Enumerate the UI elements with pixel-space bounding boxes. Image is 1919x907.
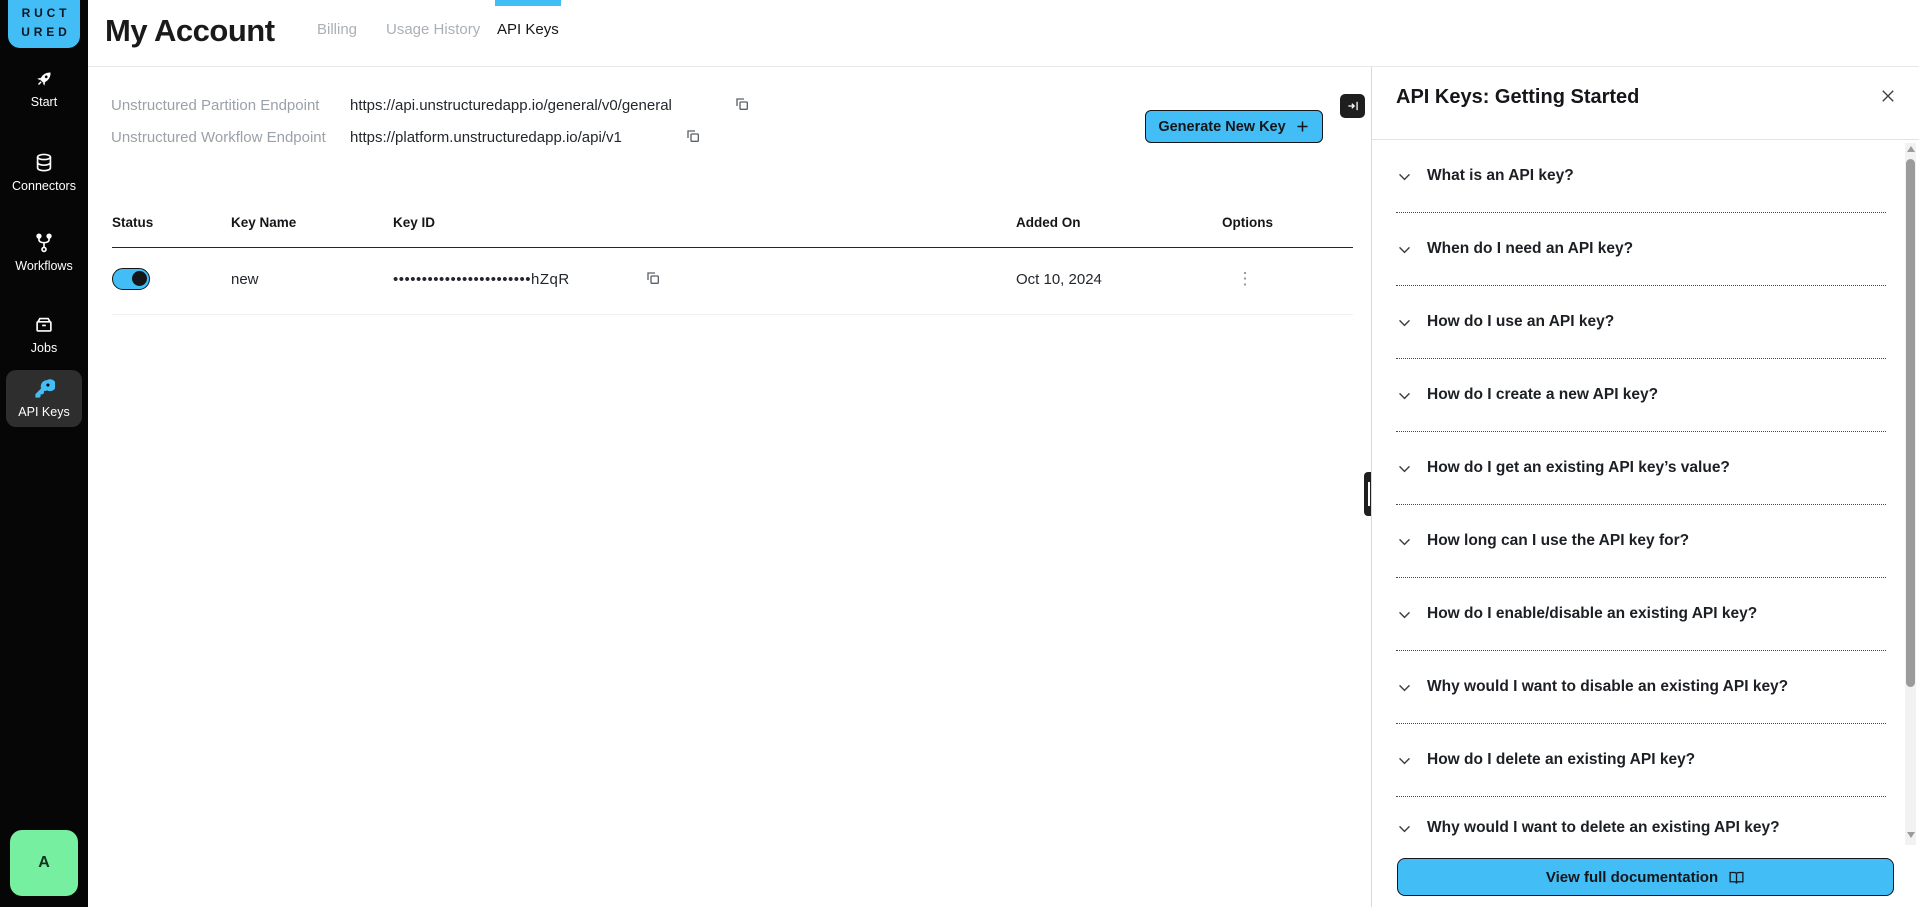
collapse-help-panel-button[interactable] bbox=[1340, 94, 1365, 118]
faq-question: Why would I want to delete an existing A… bbox=[1427, 819, 1780, 837]
faq-list: What is an API key? When do I need an AP… bbox=[1396, 140, 1886, 859]
row-divider bbox=[112, 314, 1353, 315]
avatar-letter: A bbox=[38, 854, 50, 872]
plus-icon bbox=[1295, 119, 1310, 134]
faq-question: How do I create a new API key? bbox=[1427, 386, 1658, 404]
faq-item-create-new-key[interactable]: How do I create a new API key? bbox=[1396, 359, 1886, 432]
triangle-up-icon bbox=[1907, 146, 1915, 152]
col-header-options: Options bbox=[1222, 215, 1273, 230]
faq-item-why-disable-key[interactable]: Why would I want to disable an existing … bbox=[1396, 651, 1886, 724]
collapse-panel-icon bbox=[1346, 99, 1360, 113]
col-header-key-name: Key Name bbox=[231, 215, 296, 230]
faq-question: Why would I want to disable an existing … bbox=[1427, 678, 1788, 696]
faq-item-how-use-api-key[interactable]: How do I use an API key? bbox=[1396, 286, 1886, 359]
scrollbar-thumb[interactable] bbox=[1906, 159, 1915, 687]
key-icon bbox=[33, 378, 55, 400]
col-header-added-on: Added On bbox=[1016, 215, 1081, 230]
faq-question: How do I get an existing API key’s value… bbox=[1427, 459, 1730, 477]
chevron-down-icon bbox=[1396, 168, 1413, 185]
copy-icon bbox=[685, 128, 701, 144]
logo-text-line2: URED bbox=[17, 23, 70, 42]
scrollbar-down-arrow[interactable] bbox=[1905, 829, 1916, 841]
chevron-down-icon bbox=[1396, 314, 1413, 331]
page-title: My Account bbox=[105, 13, 275, 49]
main-content: Unstructured Partition Endpoint https://… bbox=[88, 67, 1371, 907]
table-header-divider bbox=[112, 247, 1353, 248]
open-book-icon bbox=[1728, 869, 1745, 886]
rocket-icon bbox=[33, 68, 55, 90]
partition-endpoint-url: https://api.unstructuredapp.io/general/v… bbox=[350, 97, 672, 114]
faq-item-why-delete-key[interactable]: Why would I want to delete an existing A… bbox=[1396, 797, 1886, 859]
workflow-endpoint-url: https://platform.unstructuredapp.io/api/… bbox=[350, 129, 622, 146]
user-avatar[interactable]: A bbox=[10, 830, 78, 896]
faq-item-when-need-api-key[interactable]: When do I need an API key? bbox=[1396, 213, 1886, 286]
sidebar-item-jobs[interactable]: Jobs bbox=[6, 306, 82, 363]
col-header-key-id: Key ID bbox=[393, 215, 435, 230]
copy-workflow-endpoint-button[interactable] bbox=[685, 128, 701, 147]
tab-api-keys[interactable]: API Keys bbox=[497, 21, 559, 38]
toggle-knob bbox=[132, 271, 147, 286]
chevron-down-icon bbox=[1396, 606, 1413, 623]
workflow-endpoint-label: Unstructured Workflow Endpoint bbox=[111, 129, 361, 146]
jobs-tray-icon bbox=[33, 314, 55, 336]
faq-question: How do I use an API key? bbox=[1427, 313, 1614, 331]
added-on-cell: Oct 10, 2024 bbox=[1016, 271, 1102, 288]
close-icon bbox=[1879, 87, 1897, 105]
chevron-down-icon bbox=[1396, 387, 1413, 404]
tab-usage-history[interactable]: Usage History bbox=[386, 21, 480, 38]
key-status-toggle[interactable] bbox=[112, 268, 150, 290]
sidebar-item-api-keys[interactable]: API Keys bbox=[6, 370, 82, 427]
faq-question: When do I need an API key? bbox=[1427, 240, 1633, 258]
sidebar-item-label: Workflows bbox=[15, 259, 72, 273]
faq-item-delete-key[interactable]: How do I delete an existing API key? bbox=[1396, 724, 1886, 797]
tab-billing[interactable]: Billing bbox=[317, 21, 357, 38]
faq-item-get-key-value[interactable]: How do I get an existing API key’s value… bbox=[1396, 432, 1886, 505]
triangle-down-icon bbox=[1907, 832, 1915, 838]
key-name-cell: new bbox=[231, 271, 259, 288]
chevron-down-icon bbox=[1396, 241, 1413, 258]
faq-item-enable-disable-key[interactable]: How do I enable/disable an existing API … bbox=[1396, 578, 1886, 651]
faq-question: How do I enable/disable an existing API … bbox=[1427, 605, 1757, 623]
chevron-down-icon bbox=[1396, 460, 1413, 477]
database-icon bbox=[33, 152, 55, 174]
page-header: My Account Billing Usage History API Key… bbox=[88, 0, 1919, 67]
chevron-down-icon bbox=[1396, 679, 1413, 696]
generate-new-key-button[interactable]: Generate New Key bbox=[1145, 110, 1323, 143]
view-full-documentation-label: View full documentation bbox=[1546, 869, 1718, 886]
copy-icon bbox=[645, 270, 661, 286]
faq-question: How long can I use the API key for? bbox=[1427, 532, 1689, 550]
help-panel: API Keys: Getting Started What is an API… bbox=[1371, 67, 1919, 907]
close-panel-button[interactable] bbox=[1877, 86, 1899, 108]
copy-icon bbox=[734, 96, 750, 112]
chevron-down-icon bbox=[1396, 533, 1413, 550]
chevron-down-icon bbox=[1396, 752, 1413, 769]
logo-text-line1: RUCT bbox=[18, 4, 71, 23]
sidebar-item-start[interactable]: Start bbox=[6, 60, 82, 117]
view-full-documentation-button[interactable]: View full documentation bbox=[1397, 858, 1894, 896]
sidebar-item-label: Start bbox=[31, 95, 57, 109]
sidebar-item-workflows[interactable]: Workflows bbox=[6, 224, 82, 281]
sidebar-item-label: API Keys bbox=[18, 405, 69, 419]
sidebar-item-label: Jobs bbox=[31, 341, 57, 355]
copy-key-id-button[interactable] bbox=[645, 270, 661, 289]
scrollbar-up-arrow[interactable] bbox=[1905, 143, 1916, 155]
key-id-cell: ••••••••••••••••••••••••hZqR bbox=[393, 271, 570, 288]
sidebar-item-connectors[interactable]: Connectors bbox=[6, 144, 82, 201]
sidebar-item-label: Connectors bbox=[12, 179, 76, 193]
sidebar: RUCT URED Start Connectors Workflo bbox=[0, 0, 88, 907]
faq-question: What is an API key? bbox=[1427, 167, 1574, 185]
faq-question: How do I delete an existing API key? bbox=[1427, 751, 1695, 769]
faq-item-how-long-use-key[interactable]: How long can I use the API key for? bbox=[1396, 505, 1886, 578]
chevron-down-icon bbox=[1396, 820, 1413, 837]
partition-endpoint-label: Unstructured Partition Endpoint bbox=[111, 97, 361, 114]
row-options-button[interactable]: ⋮ bbox=[1234, 267, 1256, 291]
col-header-status: Status bbox=[112, 215, 153, 230]
help-panel-title: API Keys: Getting Started bbox=[1396, 86, 1639, 109]
active-tab-indicator bbox=[495, 0, 561, 6]
copy-partition-endpoint-button[interactable] bbox=[734, 96, 750, 115]
app-logo[interactable]: RUCT URED bbox=[8, 0, 80, 48]
faq-item-what-is-api-key[interactable]: What is an API key? bbox=[1396, 140, 1886, 213]
generate-new-key-label: Generate New Key bbox=[1158, 119, 1285, 135]
workflow-icon bbox=[33, 232, 55, 254]
